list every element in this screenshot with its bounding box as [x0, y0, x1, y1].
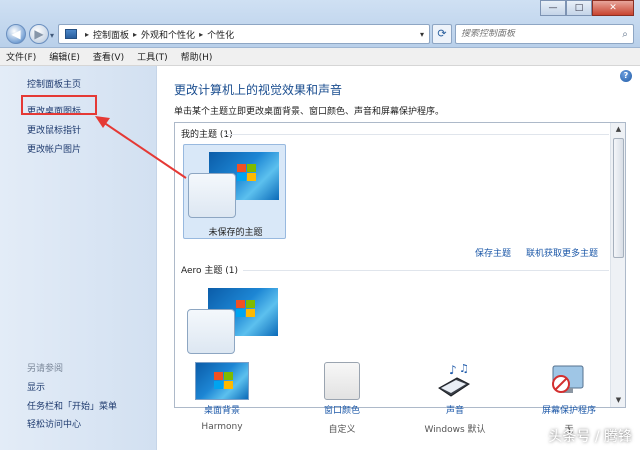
minimize-button[interactable]: — [540, 0, 566, 16]
screensaver-icon [549, 362, 589, 400]
chevron-right-icon[interactable]: ▸ [199, 30, 203, 39]
windows-logo-icon [214, 372, 234, 390]
page-title: 更改计算机上的视觉效果和声音 [174, 83, 343, 97]
sidebar-item-taskbar[interactable]: 任务栏和「开始」菜单 [27, 399, 117, 412]
window-color-value: 自定义 [328, 425, 356, 435]
see-also-heading: 另请参阅 [27, 364, 64, 374]
window-color-icon [324, 362, 360, 400]
theme-tile-unsaved[interactable]: 未保存的主题 [183, 144, 286, 239]
group-divider [243, 270, 609, 271]
sound-value: Windows 默认 [424, 425, 486, 435]
windows-logo-icon [237, 164, 257, 182]
theme-glass-swatch [187, 309, 235, 354]
window-controls: — □ ✕ [540, 0, 634, 16]
scroll-up-icon[interactable]: ▲ [611, 123, 625, 136]
maximize-button[interactable]: □ [566, 0, 592, 16]
sidebar-item-home[interactable]: 控制面板主页 [27, 77, 81, 90]
group-divider [225, 134, 609, 135]
window-color-setting[interactable]: 窗口颜色 自定义 [297, 362, 387, 435]
refresh-button[interactable]: ⟳ [432, 24, 452, 44]
window-chrome: — □ ✕ ◀ ▶ ▾ ▸ 控制面板 ▸ 外观和个性化 ▸ 个性化 ▾ ⟳ ⌕ [0, 0, 640, 48]
sidebar: 控制面板主页 更改桌面图标 更改鼠标指针 更改帐户图片 另请参阅 显示 任务栏和… [0, 66, 157, 450]
sidebar-item-account-picture[interactable]: 更改帐户图片 [27, 142, 81, 155]
menu-help[interactable]: 帮助(H) [181, 50, 213, 63]
menu-view[interactable]: 查看(V) [93, 50, 124, 63]
main-panel: ? 更改计算机上的视觉效果和声音 单击某个主题立即更改桌面背景、窗口颜色、声音和… [157, 66, 640, 450]
recent-pages-dropdown[interactable]: ▾ [50, 31, 54, 40]
search-box[interactable]: ⌕ [455, 24, 634, 44]
search-icon[interactable]: ⌕ [617, 29, 633, 40]
menu-bar: 文件(F) 编辑(E) 查看(V) 工具(T) 帮助(H) [0, 48, 640, 66]
sidebar-item-display[interactable]: 显示 [27, 380, 45, 393]
desktop-background-icon [195, 362, 249, 400]
save-theme-link[interactable]: 保存主题 [475, 246, 511, 259]
watermark: 头条号 / 腾锋 [548, 429, 632, 445]
menu-edit[interactable]: 编辑(E) [49, 50, 80, 63]
get-more-themes-link[interactable]: 联机获取更多主题 [526, 246, 598, 259]
back-button[interactable]: ◀ [6, 24, 26, 44]
chevron-right-icon[interactable]: ▸ [133, 30, 137, 39]
highlight-box [21, 95, 97, 115]
svg-text:♫: ♫ [459, 362, 469, 375]
theme-glass-swatch [188, 173, 236, 218]
screensaver-label[interactable]: 屏幕保护程序 [524, 403, 614, 416]
sidebar-item-ease-of-access[interactable]: 轻松访问中心 [27, 417, 81, 430]
chevron-right-icon[interactable]: ▸ [85, 30, 89, 39]
screensaver-setting[interactable]: 屏幕保护程序 无 [524, 362, 614, 435]
windows-logo-icon [236, 300, 256, 318]
sound-label[interactable]: 声音 [410, 403, 500, 416]
menu-file[interactable]: 文件(F) [6, 50, 36, 63]
breadcrumb-appearance[interactable]: 外观和个性化 [141, 28, 195, 41]
address-dropdown-icon[interactable]: ▾ [415, 30, 429, 39]
scrollbar-thumb[interactable] [613, 138, 624, 258]
help-icon[interactable]: ? [620, 70, 632, 82]
aero-themes-heading: Aero 主题 (1) [181, 266, 239, 276]
address-bar[interactable]: ▸ 控制面板 ▸ 外观和个性化 ▸ 个性化 ▾ [58, 24, 430, 44]
menu-tools[interactable]: 工具(T) [137, 50, 168, 63]
theme-label-unsaved: 未保存的主题 [208, 228, 263, 238]
desktop-background-setting[interactable]: 桌面背景 Harmony [177, 362, 267, 432]
page-description: 单击某个主题立即更改桌面背景、窗口颜色、声音和屏幕保护程序。 [174, 107, 445, 117]
sound-setting[interactable]: ♪ ♫ 声音 Windows 默认 [410, 362, 500, 435]
svg-text:♪: ♪ [449, 363, 457, 377]
sidebar-item-mouse-pointer[interactable]: 更改鼠标指针 [27, 123, 81, 136]
window-color-label[interactable]: 窗口颜色 [297, 403, 387, 416]
search-input[interactable] [461, 29, 617, 39]
desktop-background-label[interactable]: 桌面背景 [177, 403, 267, 416]
desktop-background-value: Harmony [201, 422, 243, 432]
close-button[interactable]: ✕ [592, 0, 634, 16]
breadcrumb-personalization[interactable]: 个性化 [207, 28, 234, 41]
sound-icon: ♪ ♫ [435, 362, 475, 400]
breadcrumb-control-panel[interactable]: 控制面板 [93, 28, 129, 41]
control-panel-icon [65, 29, 77, 39]
forward-button[interactable]: ▶ [29, 24, 49, 44]
